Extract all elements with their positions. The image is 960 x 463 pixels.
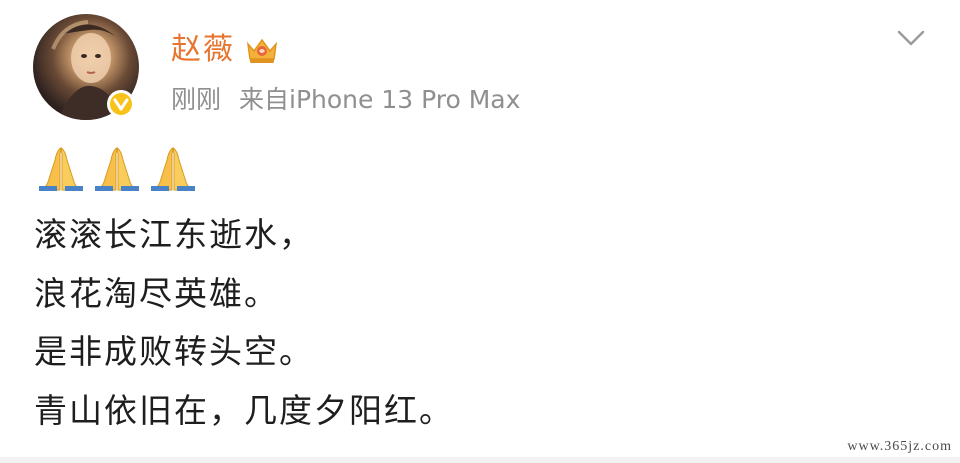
post-text-line: 青山依旧在，几度夕阳红。 xyxy=(34,390,454,430)
avatar[interactable] xyxy=(33,14,139,120)
chevron-down-icon[interactable] xyxy=(896,28,926,48)
author-name[interactable]: 赵薇 xyxy=(171,28,235,72)
post-text-line: 浪花淘尽英雄。 xyxy=(34,273,279,313)
crown-icon[interactable] xyxy=(245,35,279,65)
post-text-line: 是非成败转头空。 xyxy=(34,332,314,371)
post-meta: 刚刚 来自iPhone 13 Pro Max xyxy=(171,82,520,118)
post-text-line: 滚滚长江东逝水， xyxy=(34,215,314,254)
post-time: 刚刚 xyxy=(171,85,222,114)
pray-icon xyxy=(39,147,83,191)
post-body: 滚滚长江东逝水， 浪花淘尽英雄。 是非成败转头空。 青山依旧在，几度夕阳红。 xyxy=(34,206,454,440)
site-watermark: www.365jz.com xyxy=(847,439,952,454)
weibo-post-card: 赵薇 刚刚 来自iPhone 13 Pro Max 滚滚长江东逝水， 浪花淘尽英… xyxy=(0,0,960,463)
pray-icon xyxy=(95,147,139,191)
emoji-row xyxy=(36,144,198,194)
pray-icon xyxy=(151,147,195,191)
bottom-divider xyxy=(0,457,960,463)
post-source: 来自iPhone 13 Pro Max xyxy=(239,85,521,114)
verified-badge-icon xyxy=(107,90,135,118)
author-row: 赵薇 xyxy=(171,28,279,72)
